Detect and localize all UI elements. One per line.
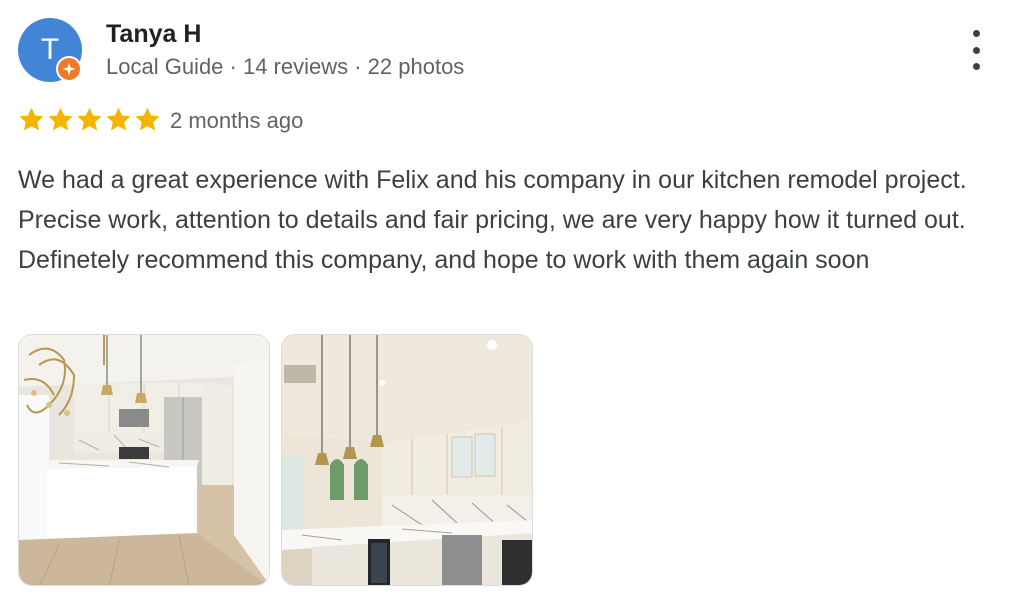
- star-icon: [48, 107, 73, 131]
- review-photo-2[interactable]: [281, 334, 533, 586]
- star-icon: [77, 107, 102, 131]
- local-guide-badge-icon: [56, 56, 82, 82]
- review-time: 2 months ago: [170, 108, 304, 133]
- reviewer-name[interactable]: Tanya H: [106, 20, 201, 49]
- reviewer-meta: Local Guide · 14 reviews · 22 photos: [106, 54, 465, 79]
- more-vert-icon[interactable]: [962, 30, 990, 70]
- star-rating: [18, 106, 161, 133]
- star-icon: [19, 107, 44, 131]
- avatar-initial: T: [40, 33, 60, 66]
- menu-dot: [972, 30, 980, 37]
- star-icon: [106, 107, 131, 131]
- menu-dot: [972, 46, 980, 54]
- star-icon: [135, 107, 160, 131]
- menu-dot: [972, 63, 980, 70]
- review-text: We had a great experience with Felix and…: [18, 166, 967, 274]
- review-photo-1[interactable]: [18, 334, 270, 586]
